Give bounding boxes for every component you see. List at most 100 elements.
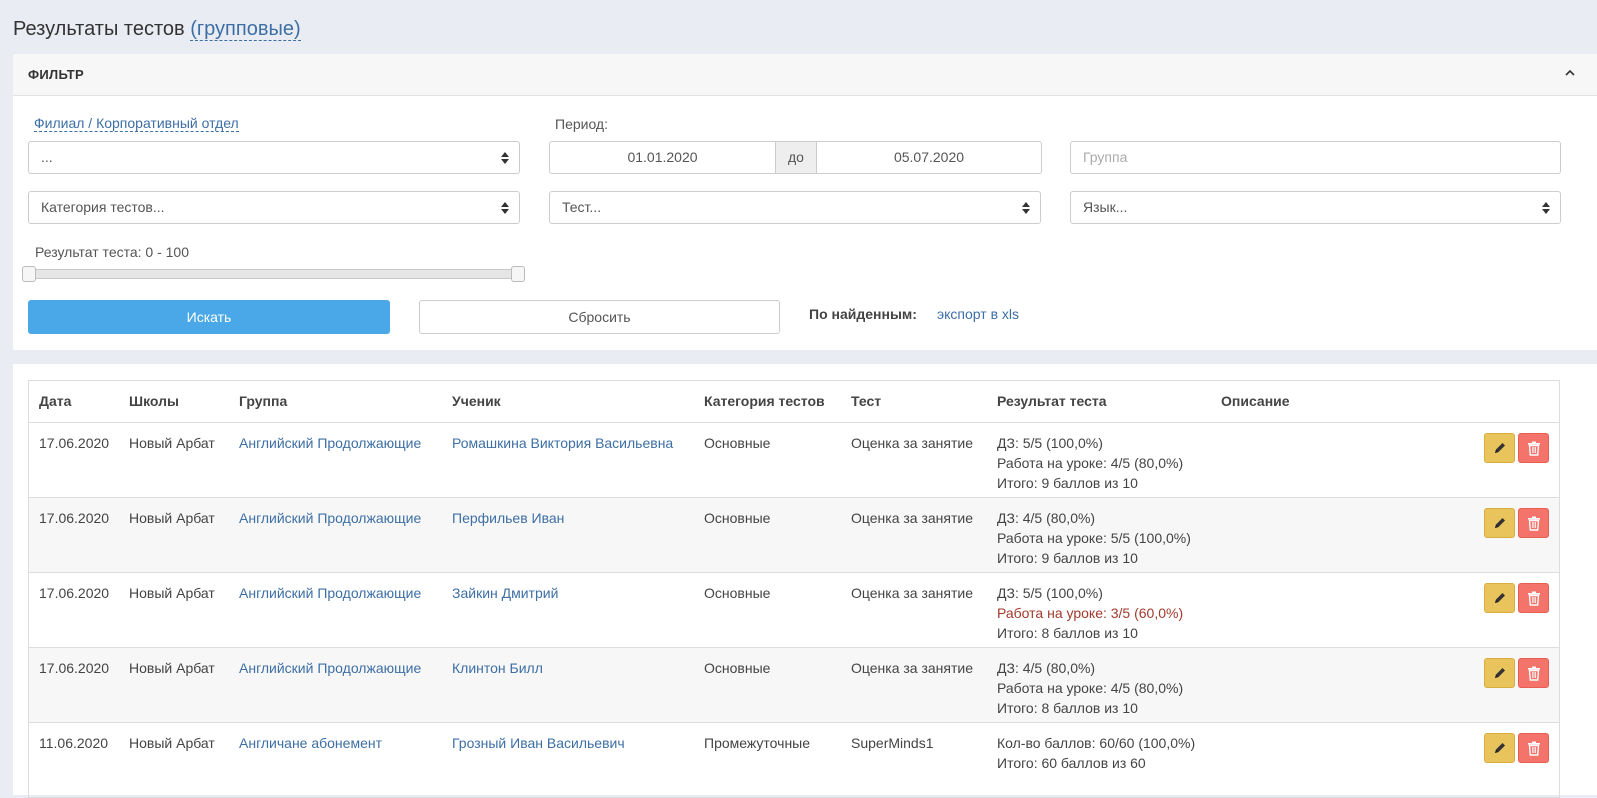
cell-test: Оценка за занятие: [851, 585, 974, 601]
result-line: ДЗ: 4/5 (80,0%): [997, 660, 1096, 676]
cell-category: Основные: [704, 435, 771, 451]
cell-category: Основные: [704, 510, 771, 526]
column-header-group[interactable]: Группа: [239, 393, 287, 409]
table-row: 11.06.2020 Новый Арбат Англичане абонемент…: [29, 723, 1559, 798]
delete-button[interactable]: [1518, 733, 1549, 763]
column-header-category[interactable]: Категория тестов: [704, 393, 825, 409]
cell-date: 17.06.2020: [39, 660, 110, 676]
table-row: 17.06.2020 Новый Арбат Английский Продолжа…: [29, 498, 1559, 573]
edit-button[interactable]: [1484, 433, 1515, 463]
table-body: 17.06.2020 Новый Арбат Английский Продолжа…: [29, 423, 1559, 798]
cell-category: Основные: [704, 585, 771, 601]
chevron-up-icon[interactable]: [1565, 64, 1575, 80]
cell-group-link[interactable]: Английский Продолжающие: [239, 508, 421, 528]
cell-student-link[interactable]: Клинтон Билл: [452, 658, 543, 678]
cell-group-link[interactable]: Англичане абонемент: [239, 733, 382, 753]
test-select[interactable]: Тест...: [549, 191, 1041, 224]
filter-title: ФИЛЬТР: [28, 67, 85, 82]
table-row: 17.06.2020 Новый Арбат Английский Продолжа…: [29, 648, 1559, 723]
slider-max-handle[interactable]: [511, 266, 525, 282]
result-line: Итого: 60 баллов из 60: [997, 755, 1146, 771]
date-to-input[interactable]: 05.07.2020: [816, 141, 1042, 174]
delete-button[interactable]: [1518, 583, 1549, 613]
test-select-value: Тест...: [562, 199, 602, 215]
search-button[interactable]: Искать: [28, 300, 390, 334]
page-title-text: Результаты тестов: [13, 18, 185, 40]
column-header-result[interactable]: Результат теста: [997, 393, 1107, 409]
column-header-date[interactable]: Дата: [39, 393, 71, 409]
result-line: Кол-во баллов: 60/60 (100,0%): [997, 735, 1196, 751]
table-row: 17.06.2020 Новый Арбат Английский Продолжа…: [29, 423, 1559, 498]
slider-min-handle[interactable]: [22, 266, 36, 282]
found-label: По найденным:: [809, 306, 917, 322]
branch-label-link[interactable]: Филиал / Корпоративный отдел: [34, 115, 239, 132]
cell-test: SuperMinds1: [851, 735, 934, 751]
sort-arrows-icon: [1542, 201, 1550, 215]
cell-student-link[interactable]: Перфильев Иван: [452, 508, 564, 528]
results-panel: Дата Школы Группа Ученик Категория тесто…: [13, 364, 1597, 798]
sort-arrows-icon: [501, 151, 509, 165]
sort-arrows-icon: [501, 201, 509, 215]
cell-date: 17.06.2020: [39, 435, 110, 451]
result-line: Работа на уроке: 4/5 (80,0%): [997, 455, 1184, 471]
cell-student-link[interactable]: Ромашкина Виктория Васильевна: [452, 433, 673, 453]
cell-group-link[interactable]: Английский Продолжающие: [239, 583, 421, 603]
cell-result: Кол-во баллов: 60/60 (100,0%) Итого: 60 б…: [997, 733, 1195, 773]
edit-button[interactable]: [1484, 508, 1515, 538]
delete-button[interactable]: [1518, 433, 1549, 463]
cell-date: 17.06.2020: [39, 510, 110, 526]
group-input-placeholder: Группа: [1083, 149, 1128, 165]
cell-school: Новый Арбат: [129, 735, 215, 751]
cell-group-link[interactable]: Английский Продолжающие: [239, 658, 421, 678]
result-line: ДЗ: 4/5 (80,0%): [997, 510, 1096, 526]
cell-student-link[interactable]: Зайкин Дмитрий: [452, 583, 558, 603]
result-line: Итого: 8 баллов из 10: [997, 625, 1138, 641]
table-header: Дата Школы Группа Ученик Категория тесто…: [29, 381, 1559, 423]
column-header-description[interactable]: Описание: [1221, 393, 1290, 409]
category-select[interactable]: Категория тестов...: [28, 191, 520, 224]
branch-select[interactable]: ...: [28, 141, 520, 174]
cell-date: 11.06.2020: [39, 735, 109, 751]
result-line: ДЗ: 5/5 (100,0%): [997, 585, 1103, 601]
cell-category: Промежуточные: [704, 735, 811, 751]
cell-test: Оценка за занятие: [851, 435, 974, 451]
column-header-student[interactable]: Ученик: [452, 393, 501, 409]
group-results-link[interactable]: (групповые): [190, 18, 301, 41]
delete-button[interactable]: [1518, 508, 1549, 538]
column-header-test[interactable]: Тест: [851, 393, 881, 409]
export-xls-link[interactable]: экспорт в xls: [937, 306, 1019, 322]
category-select-value: Категория тестов...: [41, 199, 165, 215]
result-line: Работа на уроке: 5/5 (100,0%): [997, 530, 1191, 546]
reset-button[interactable]: Сбросить: [419, 300, 780, 334]
cell-date: 17.06.2020: [39, 585, 110, 601]
date-from-input[interactable]: 01.01.2020: [549, 141, 776, 174]
cell-school: Новый Арбат: [129, 510, 215, 526]
edit-button[interactable]: [1484, 658, 1515, 688]
branch-select-value: ...: [41, 149, 53, 165]
period-label: Период:: [555, 116, 608, 132]
cell-student-link[interactable]: Грозный Иван Васильевич: [452, 733, 625, 753]
edit-button[interactable]: [1484, 733, 1515, 763]
cell-test: Оценка за занятие: [851, 660, 974, 676]
result-line: Итого: 8 баллов из 10: [997, 700, 1138, 716]
delete-button[interactable]: [1518, 658, 1549, 688]
cell-school: Новый Арбат: [129, 435, 215, 451]
language-select-value: Язык...: [1083, 199, 1128, 215]
result-range-slider[interactable]: [28, 269, 518, 279]
result-line: Итого: 9 баллов из 10: [997, 550, 1138, 566]
result-line: Работа на уроке: 3/5 (60,0%): [997, 605, 1184, 621]
edit-button[interactable]: [1484, 583, 1515, 613]
cell-group-link[interactable]: Английский Продолжающие: [239, 433, 421, 453]
cell-school: Новый Арбат: [129, 585, 215, 601]
cell-result: ДЗ: 4/5 (80,0%) Работа на уроке: 5/5 (100…: [997, 508, 1191, 568]
column-header-school[interactable]: Школы: [129, 393, 179, 409]
cell-result: ДЗ: 5/5 (100,0%) Работа на уроке: 4/5 (80…: [997, 433, 1183, 493]
page-title: Результаты тестов (групповые): [13, 18, 301, 41]
cell-school: Новый Арбат: [129, 660, 215, 676]
cell-result: ДЗ: 5/5 (100,0%) Работа на уроке: 3/5 (60…: [997, 583, 1183, 643]
results-table: Дата Школы Группа Ученик Категория тесто…: [28, 380, 1560, 798]
group-input[interactable]: Группа: [1070, 141, 1561, 174]
language-select[interactable]: Язык...: [1070, 191, 1561, 224]
filter-header[interactable]: ФИЛЬТР: [13, 54, 1597, 96]
cell-category: Основные: [704, 660, 771, 676]
